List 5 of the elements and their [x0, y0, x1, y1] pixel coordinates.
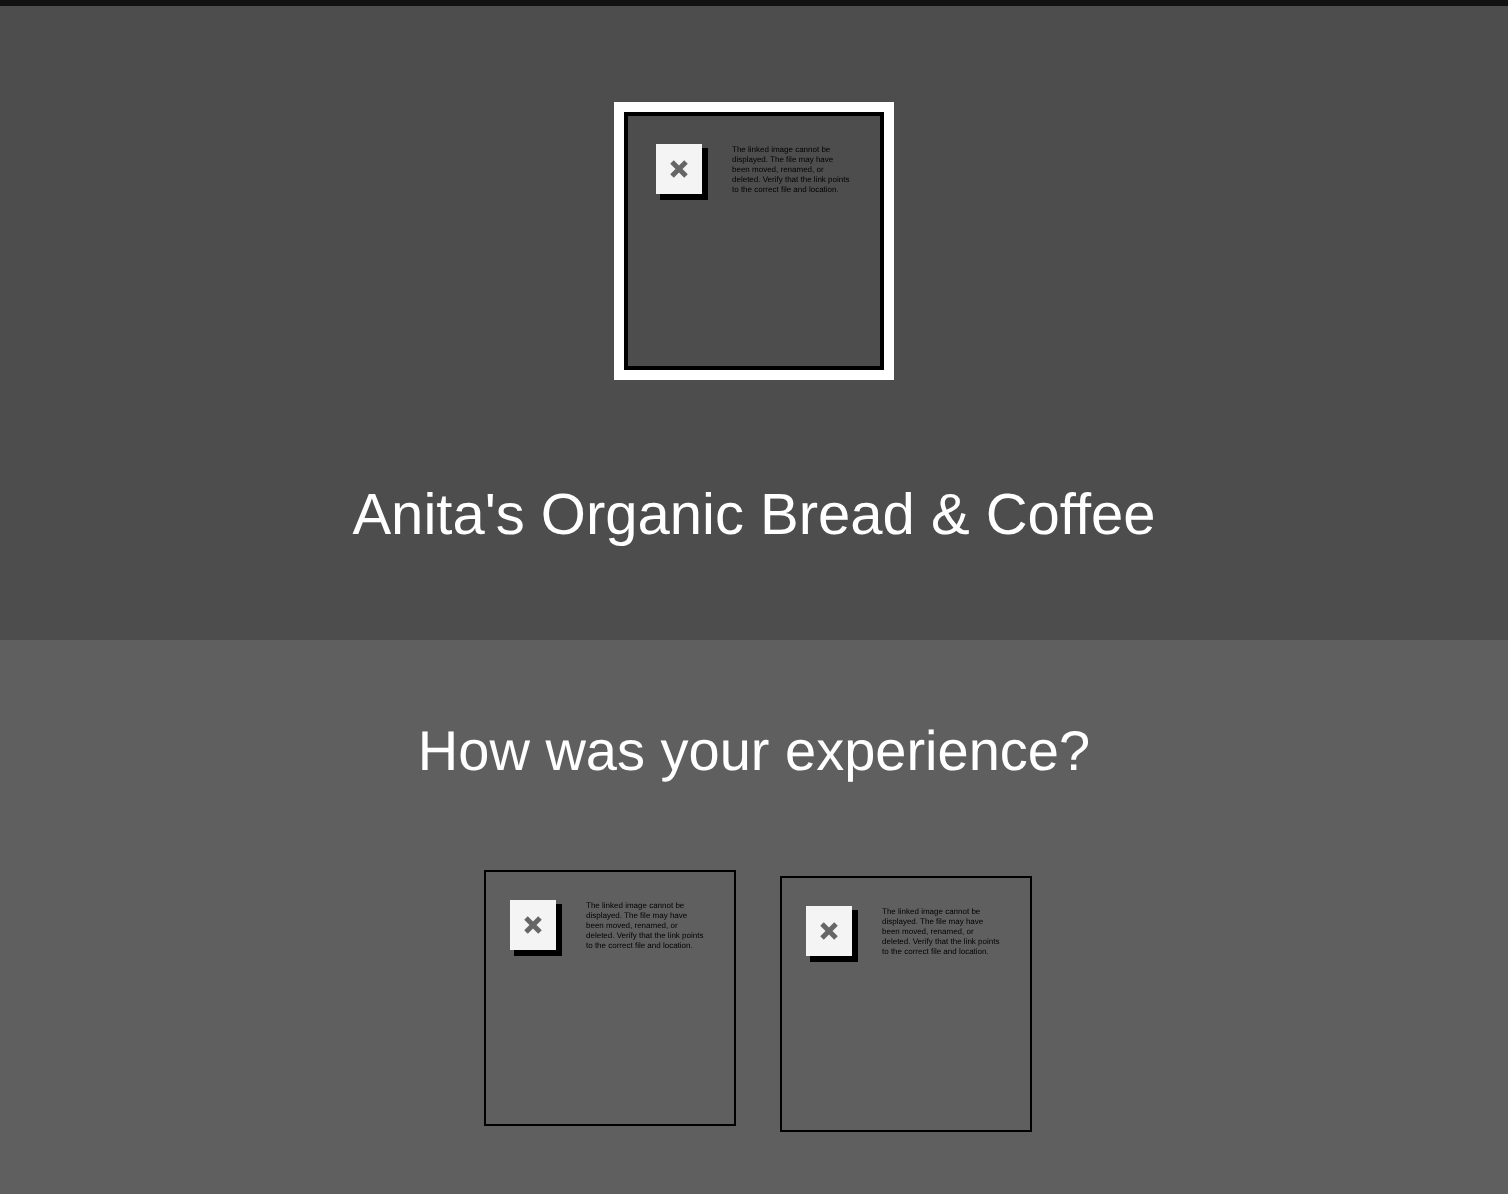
- broken-image-icon: [656, 144, 708, 200]
- survey-question: How was your experience?: [417, 720, 1091, 784]
- broken-image-icon: [806, 906, 858, 962]
- broken-image-icon: [510, 900, 562, 956]
- business-name: Anita's Organic Bread & Coffee: [352, 484, 1156, 550]
